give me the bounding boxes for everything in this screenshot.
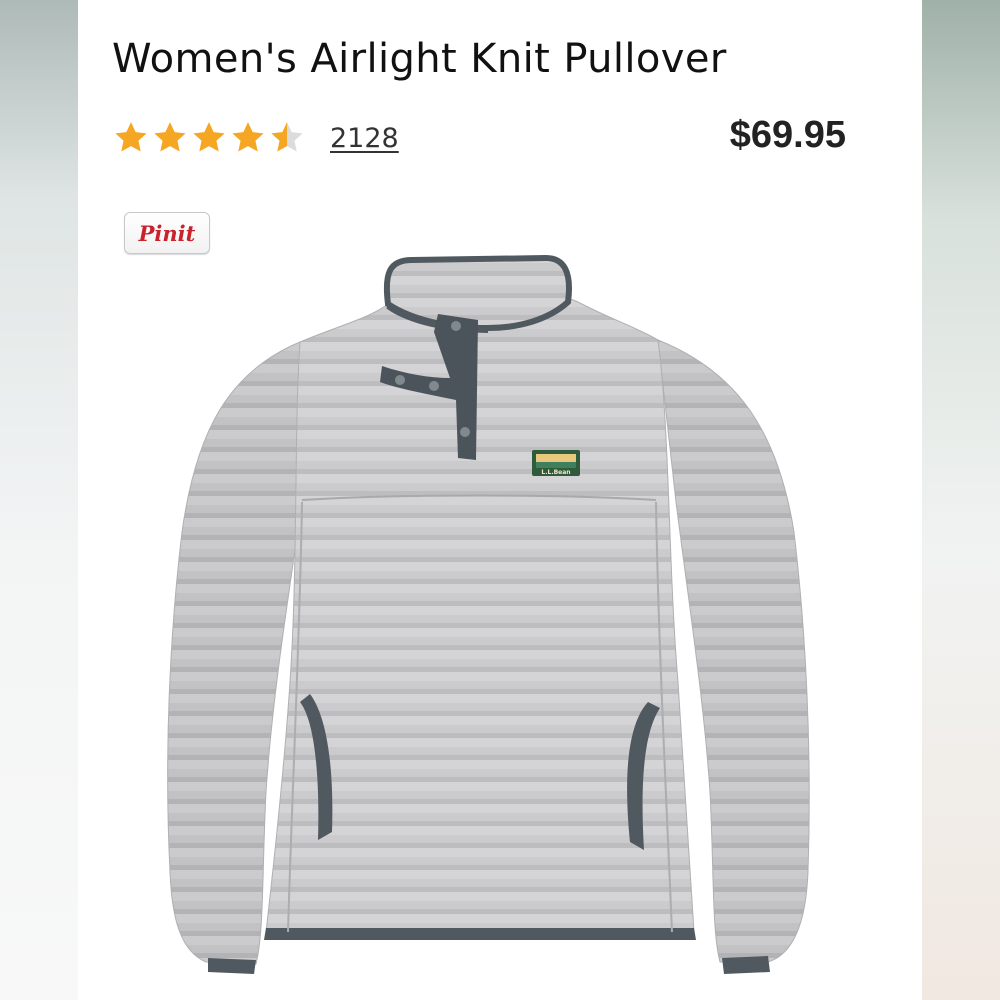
gray-knit-pullover-image[interactable]: L.L.Bean xyxy=(78,232,922,1000)
review-count-link[interactable]: 2128 xyxy=(330,123,399,154)
right-background-strip xyxy=(922,0,1000,1000)
svg-text:L.L.Bean: L.L.Bean xyxy=(541,469,570,476)
snap-button xyxy=(429,381,439,391)
snap-button xyxy=(395,375,405,385)
star-rating xyxy=(112,119,306,157)
star-icon xyxy=(115,122,147,152)
hem-trim xyxy=(264,928,696,940)
left-background-strip xyxy=(0,0,78,1000)
right-cuff xyxy=(722,956,770,974)
product-card: Women's Airlight Knit Pullover 2128 $69.… xyxy=(78,0,922,1000)
star-icon xyxy=(154,122,186,152)
llbean-logo-patch: L.L.Bean xyxy=(532,450,580,476)
left-cuff xyxy=(208,958,256,974)
product-title: Women's Airlight Knit Pullover xyxy=(112,36,727,82)
half-star-icon xyxy=(271,122,303,152)
snap-button xyxy=(451,321,461,331)
product-price: $69.95 xyxy=(729,114,846,156)
star-icon xyxy=(232,122,264,152)
rating-row: 2128 xyxy=(112,116,399,160)
star-icon xyxy=(193,122,225,152)
snap-button xyxy=(460,427,470,437)
